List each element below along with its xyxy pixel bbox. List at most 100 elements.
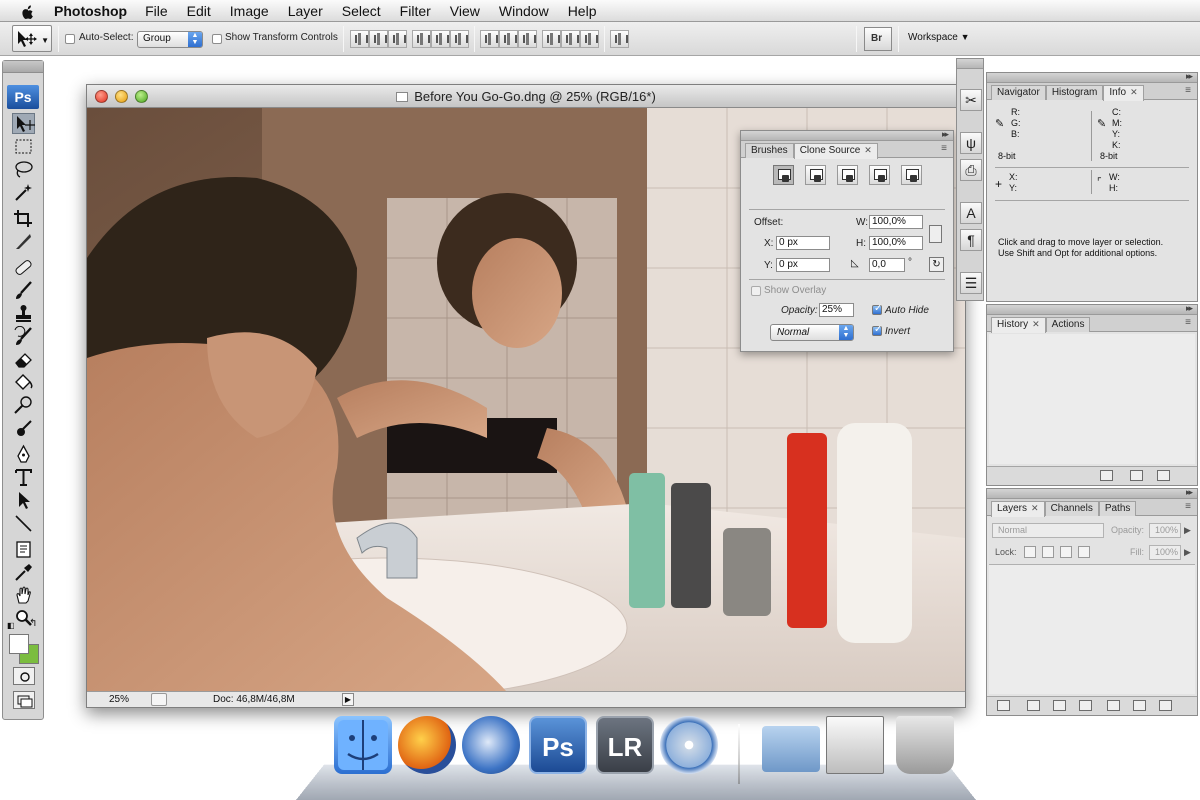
magic-wand-tool[interactable] (12, 182, 35, 203)
lasso-tool[interactable] (12, 159, 35, 180)
type-tool[interactable] (12, 467, 35, 488)
default-colors-icon[interactable]: ◧ (7, 621, 15, 630)
history-brush-tool[interactable] (12, 325, 35, 347)
distribute-right-edges-button[interactable] (580, 30, 599, 48)
document-titlebar[interactable]: Before You Go-Go.dng @ 25% (RGB/16*) (87, 85, 965, 108)
invert-checkbox[interactable] (872, 324, 882, 336)
eyedropper-tool[interactable] (12, 562, 35, 583)
documents-stack-icon[interactable] (826, 716, 884, 774)
itunes-icon[interactable] (660, 716, 718, 774)
slice-tool[interactable] (12, 231, 35, 252)
layer-mask-icon[interactable] (1053, 700, 1066, 711)
tab-info[interactable]: Info ✕ (1103, 85, 1144, 101)
tab-channels[interactable]: Channels (1044, 501, 1099, 516)
auto-select-checkbox[interactable] (65, 34, 75, 44)
lightroom-dock-icon[interactable]: LR (596, 716, 654, 774)
auto-select-dropdown[interactable]: Group ▲ ▼ (137, 31, 203, 48)
collapse-icon[interactable]: ▸▸ (1186, 71, 1193, 82)
overlay-opacity-input[interactable]: 25% (819, 303, 854, 317)
palette-titlebar[interactable]: ▸▸ (741, 129, 953, 141)
tab-history[interactable]: History ✕ (991, 317, 1046, 333)
move-tool[interactable] (12, 113, 35, 134)
apple-menu-icon[interactable] (18, 3, 38, 19)
zoom-options-icon[interactable] (151, 693, 167, 706)
clone-source-5-button[interactable] (901, 165, 922, 185)
status-menu-arrow-icon[interactable]: ▶ (342, 693, 354, 706)
paragraph-icon[interactable]: ¶ (960, 229, 982, 251)
tab-layers[interactable]: Layers ✕ (991, 501, 1045, 517)
rotation-input[interactable]: 0,0 (869, 258, 905, 272)
collapse-icon[interactable]: ▸▸ (942, 129, 949, 140)
dodge-tool[interactable] (12, 395, 35, 416)
swap-colors-icon[interactable]: ↰ (29, 618, 37, 629)
workspace-menu[interactable]: Workspace ▼ (908, 32, 970, 43)
photoshop-dock-icon[interactable]: Ps (529, 716, 587, 774)
show-transform-checkbox[interactable] (212, 34, 222, 44)
photoshop-logo[interactable]: Ps (7, 85, 39, 109)
trash-icon[interactable] (1159, 700, 1172, 711)
offset-x-input[interactable]: 0 px (776, 236, 830, 250)
tool-preset-picker[interactable]: ▼ (12, 25, 52, 52)
document-proxy-icon[interactable] (396, 92, 409, 102)
auto-align-layers-button[interactable] (610, 30, 629, 48)
quick-mask-button[interactable] (13, 667, 35, 685)
clone-stamp-tool[interactable] (12, 303, 35, 324)
marquee-tool[interactable] (12, 136, 35, 157)
collapse-icon[interactable]: ▸▸ (1186, 303, 1193, 314)
align-left-edges-button[interactable] (412, 30, 431, 48)
lock-all-icon[interactable] (1078, 546, 1090, 558)
lock-image-icon[interactable] (1042, 546, 1054, 558)
character-icon[interactable]: A (960, 202, 982, 224)
layer-style-fx-icon[interactable] (1027, 700, 1040, 711)
palette-titlebar[interactable]: ▸▸ (987, 303, 1197, 315)
lock-position-icon[interactable] (1060, 546, 1072, 558)
clone-source-1-button[interactable] (773, 165, 794, 185)
clone-source-3-button[interactable] (837, 165, 858, 185)
menu-view[interactable]: View (450, 3, 480, 19)
close-tab-icon[interactable]: ✕ (864, 145, 872, 155)
notes-tool[interactable] (12, 539, 35, 560)
palette-menu-icon[interactable]: ≡ (1185, 501, 1191, 512)
tab-paths[interactable]: Paths (1098, 501, 1137, 516)
screen-mode-button[interactable] (13, 691, 35, 709)
trash-icon[interactable] (896, 716, 954, 774)
new-group-icon[interactable] (1107, 700, 1120, 711)
overlay-blend-mode-select[interactable]: Normal ▲ ▼ (770, 324, 854, 341)
menu-file[interactable]: File (145, 3, 168, 19)
scale-h-input[interactable]: 100,0% (869, 236, 923, 250)
menu-window[interactable]: Window (499, 3, 549, 19)
blur-tool[interactable] (12, 418, 35, 439)
offset-y-input[interactable]: 0 px (776, 258, 830, 272)
go-to-bridge-button[interactable] (864, 27, 892, 51)
hand-tool[interactable] (12, 585, 35, 606)
align-vertical-centers-button[interactable] (369, 30, 388, 48)
finder-icon[interactable] (334, 716, 392, 774)
eraser-tool[interactable] (12, 349, 35, 370)
app-menu[interactable]: Photoshop (54, 3, 127, 19)
menu-image[interactable]: Image (230, 3, 269, 19)
menu-edit[interactable]: Edit (187, 3, 211, 19)
menu-help[interactable]: Help (568, 3, 597, 19)
tab-histogram[interactable]: Histogram (1045, 85, 1104, 100)
menu-select[interactable]: Select (342, 3, 381, 19)
palette-grip[interactable] (957, 59, 983, 69)
thunderbird-icon[interactable] (462, 716, 520, 774)
align-top-edges-button[interactable] (350, 30, 369, 48)
distribute-top-edges-button[interactable] (480, 30, 499, 48)
clone-source-4-button[interactable] (869, 165, 890, 185)
zoom-level[interactable]: 25% (109, 694, 129, 705)
clone-source-icon[interactable]: ⎙ (960, 159, 982, 181)
palette-menu-icon[interactable]: ≡ (1185, 85, 1191, 96)
distribute-bottom-edges-button[interactable] (518, 30, 537, 48)
adjustment-layer-icon[interactable] (1079, 700, 1092, 711)
close-tab-icon[interactable]: ✕ (1031, 503, 1039, 513)
tab-actions[interactable]: Actions (1045, 317, 1091, 332)
scale-w-input[interactable]: 100,0% (869, 215, 923, 229)
distribute-horizontal-centers-button[interactable] (561, 30, 580, 48)
palette-menu-icon[interactable]: ≡ (1185, 317, 1191, 328)
layer-blend-mode-select[interactable]: Normal (992, 523, 1104, 538)
tab-clone-source[interactable]: Clone Source ✕ (793, 143, 878, 159)
foreground-color-swatch[interactable] (9, 634, 29, 654)
collapse-icon[interactable]: ▸▸ (1186, 487, 1193, 498)
fill-input[interactable]: 100% (1149, 545, 1181, 560)
